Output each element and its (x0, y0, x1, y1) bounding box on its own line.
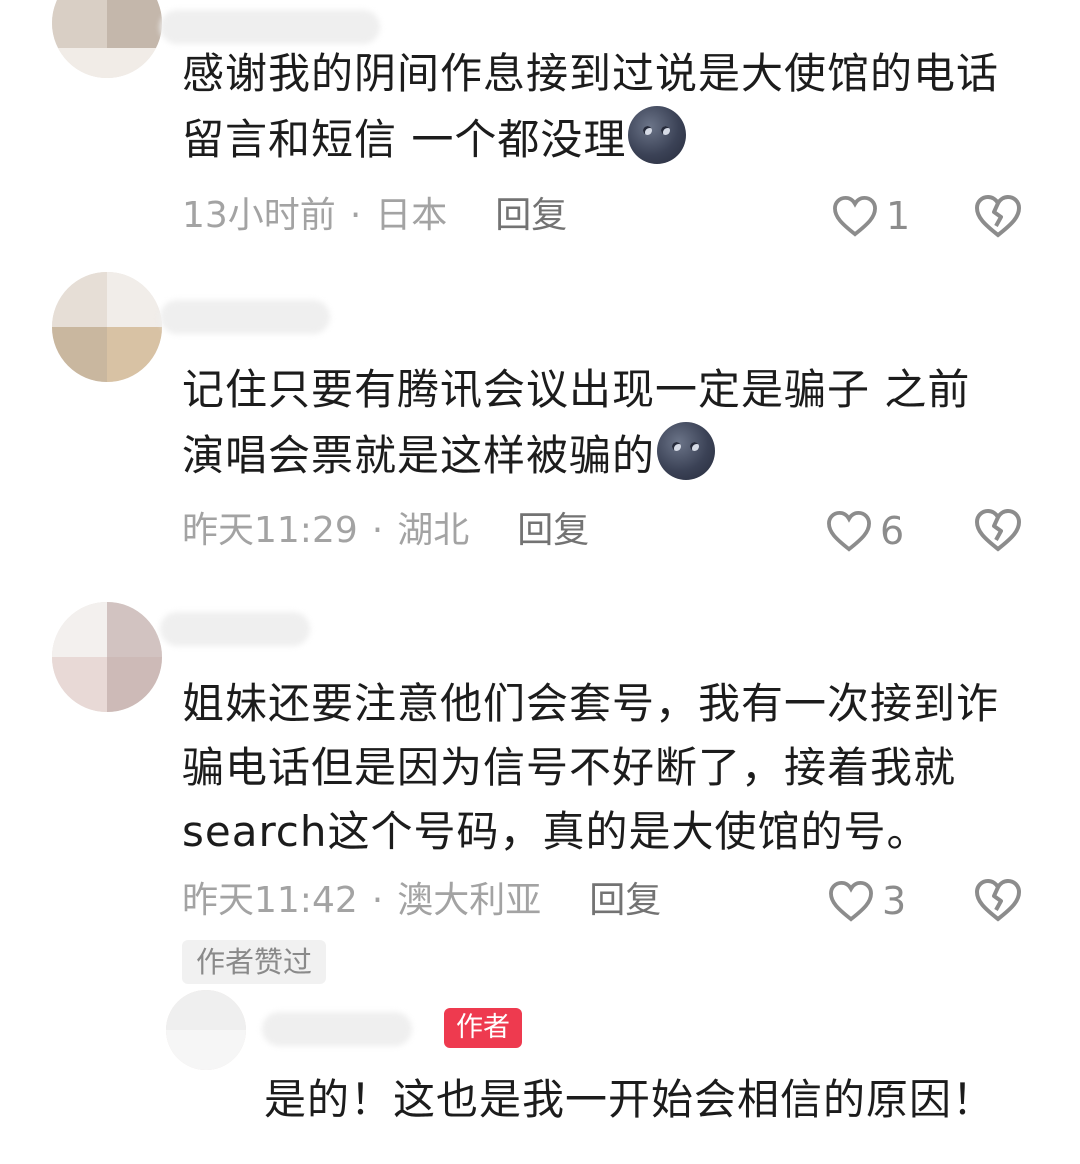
reply-button[interactable]: 回复 (517, 510, 589, 551)
avatar[interactable] (52, 272, 162, 382)
broken-heart-icon (974, 194, 1022, 238)
username-blurred[interactable] (160, 300, 330, 334)
reply-button[interactable]: 回复 (495, 195, 567, 236)
like-button[interactable]: 1 (832, 190, 910, 242)
comment-time: 昨天11:29 (182, 510, 358, 551)
comment-text: 姐妹还要注意他们会套号，我有一次接到诈骗电话但是因为信号不好断了，接着我就sea… (182, 679, 1000, 856)
reply-button[interactable]: 回复 (589, 880, 661, 921)
comment-time: 13小时前 (182, 195, 336, 236)
reply-text: 是的！这也是我一开始会相信的原因！ (264, 1075, 996, 1124)
broken-heart-icon (974, 878, 1022, 922)
comment-location: 湖北 (397, 510, 470, 551)
heart-outline-icon (829, 880, 873, 922)
new-moon-face-icon (657, 422, 716, 480)
comment-location: 日本 (375, 195, 448, 236)
username-blurred[interactable] (160, 612, 310, 646)
broken-heart-icon (974, 508, 1022, 552)
comment-meta: 昨天11:29 · 湖北 回复 (182, 510, 590, 551)
like-count: 3 (882, 879, 907, 923)
like-count: 6 (880, 509, 905, 553)
comment-meta: 13小时前 · 日本 回复 (182, 195, 568, 236)
comment-location: 澳大利亚 (397, 880, 542, 921)
username-blurred[interactable] (160, 10, 380, 44)
like-button[interactable]: 3 (828, 875, 906, 927)
new-moon-face-icon (628, 106, 687, 164)
like-count: 1 (886, 194, 911, 238)
dislike-button[interactable] (974, 194, 1022, 242)
dislike-button[interactable] (974, 508, 1022, 556)
dislike-button[interactable] (974, 878, 1022, 926)
comment-meta: 昨天11:42 · 澳大利亚 回复 (182, 880, 662, 921)
avatar[interactable] (52, 602, 162, 712)
comment-text: 感谢我的阴间作息接到过说是大使馆的电话留言和短信 一个都没理 (182, 49, 1000, 164)
username-blurred[interactable] (262, 1012, 412, 1046)
heart-outline-icon (827, 510, 871, 552)
author-badge: 作者 (444, 1008, 522, 1048)
comment-text: 记住只要有腾讯会议出现一定是骗子 之前演唱会票就是这样被骗的 (182, 365, 971, 480)
avatar[interactable] (166, 990, 246, 1070)
comment-time: 昨天11:42 (182, 880, 358, 921)
heart-outline-icon (833, 195, 877, 237)
avatar[interactable] (52, 0, 162, 78)
author-liked-badge: 作者赞过 (182, 940, 327, 984)
like-button[interactable]: 6 (826, 505, 904, 557)
